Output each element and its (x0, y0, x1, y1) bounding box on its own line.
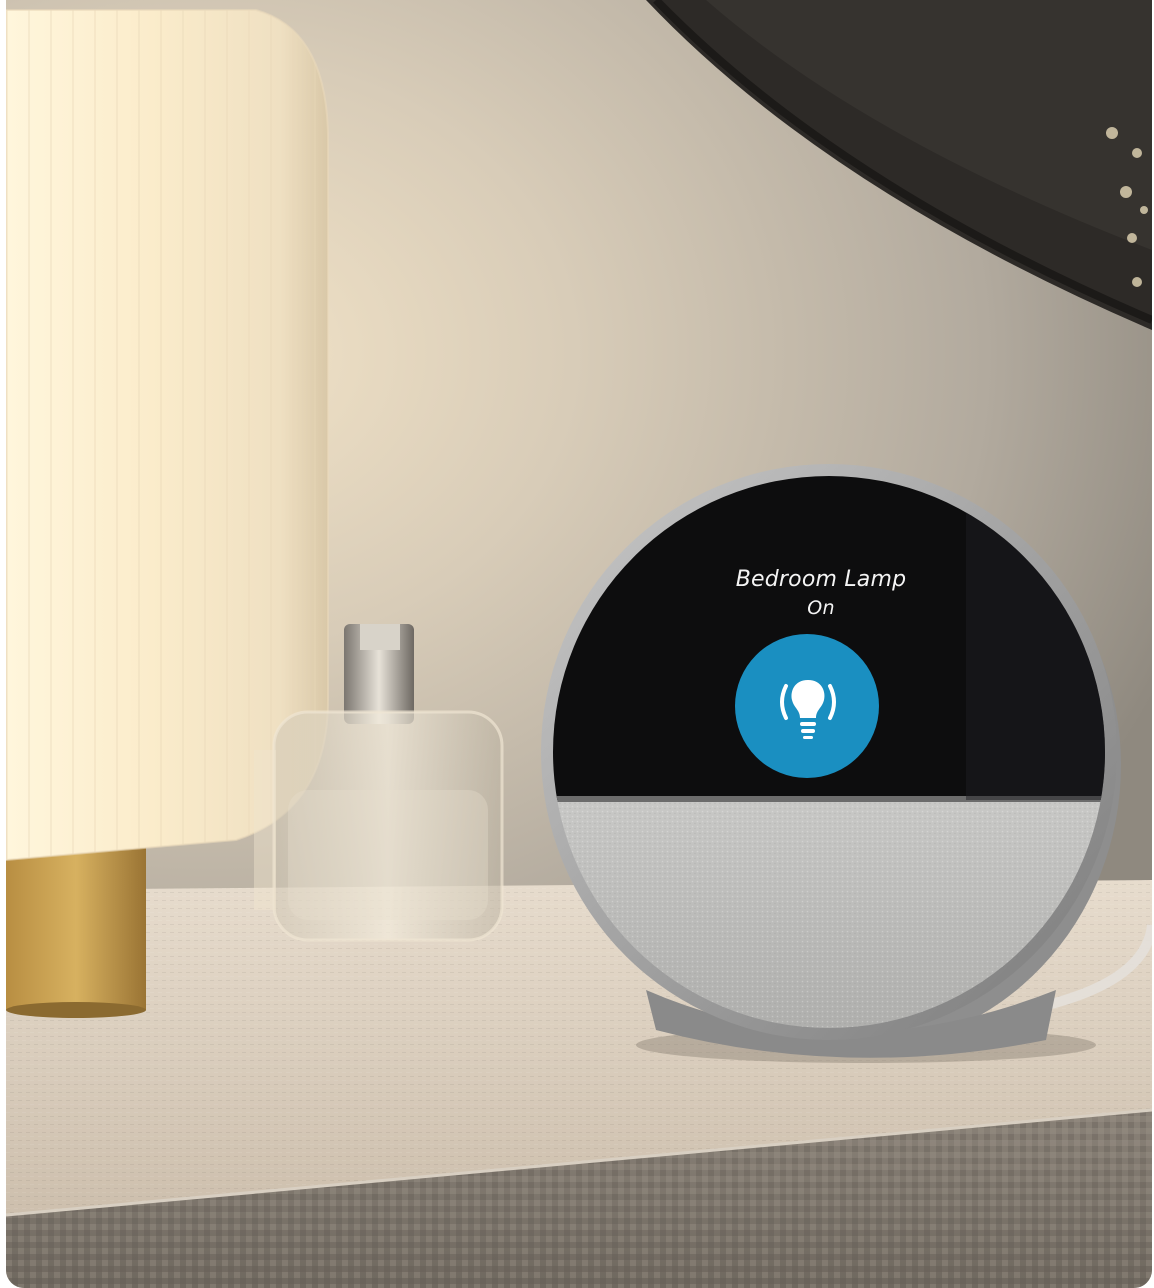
device-name-label: Bedroom Lamp (735, 567, 907, 592)
product-photo: Bedroom Lamp On (6, 0, 1152, 1288)
bedside-scene (6, 0, 1152, 1288)
device-status-label: On (807, 597, 835, 619)
lightbulb-icon (780, 680, 836, 739)
